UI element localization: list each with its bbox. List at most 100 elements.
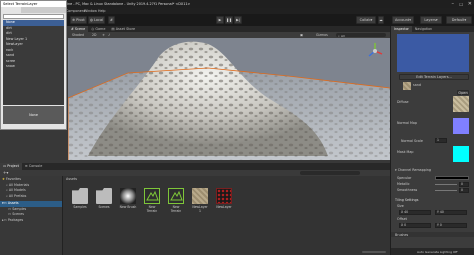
star-icon: ★ — [2, 177, 5, 181]
icon-size-slider[interactable] — [362, 251, 386, 253]
pause-button[interactable]: ❚❚ — [225, 16, 233, 24]
asset-item[interactable]: NewLayer 1 — [191, 188, 209, 213]
open-label: Open — [458, 90, 468, 95]
specular-color-field[interactable] — [435, 176, 469, 180]
layout-dropdown[interactable]: Default ▾ — [446, 16, 472, 24]
offset-x-value: X 0 — [401, 223, 407, 227]
metallic-field[interactable]: 0 — [459, 182, 469, 187]
grid-icon: # — [110, 18, 113, 22]
channel-remapping-foldout[interactable]: ▾ Channel Remapping — [395, 168, 431, 172]
scene-icon: # — [71, 27, 74, 31]
audio-toggle-icon[interactable]: ♪ — [108, 33, 110, 37]
pivot-label: Pivot — [76, 18, 85, 22]
grid-snap-button[interactable]: # — [108, 16, 115, 24]
project-search-field[interactable] — [300, 171, 360, 175]
asset-label: NewLayer 1 — [192, 205, 208, 213]
asset-item[interactable]: Scenes — [95, 188, 113, 209]
folder-icon — [72, 188, 88, 204]
unity-title-bar: ine - PC, Mac & Linux Standalone - Unity… — [0, 0, 474, 8]
scene-orientation-gizmo[interactable] — [366, 42, 384, 60]
2d-toggle[interactable]: 2D — [92, 33, 96, 37]
console-icon: ≡ — [24, 164, 28, 168]
terrain-layer-icon — [192, 188, 208, 204]
assets-breadcrumb: Assets — [66, 177, 78, 181]
close-window-icon[interactable]: ✕ — [468, 1, 472, 7]
gizmos-dropdown[interactable]: Gizmos — [316, 33, 328, 37]
asset-item[interactable]: Samples — [71, 188, 89, 209]
asset-item[interactable]: New Terrain — [143, 188, 161, 213]
offset-x-field[interactable]: X 0 — [399, 223, 431, 228]
normal-map-slot[interactable] — [453, 118, 469, 134]
asset-label: New Brush — [119, 205, 137, 209]
layers-dropdown[interactable]: Layers ▾ — [420, 16, 442, 24]
open-button[interactable]: Open — [457, 90, 469, 95]
diffuse-label: Diffuse — [397, 100, 409, 104]
offset-y-field[interactable]: Y 0 — [435, 223, 467, 228]
terrain-icon — [144, 188, 160, 204]
asset-item[interactable]: New Brush — [119, 188, 137, 209]
offset-y-value: Y 0 — [437, 223, 442, 227]
collab-dropdown[interactable]: Collab ▾ — [356, 16, 376, 24]
layer-name: sand — [413, 83, 421, 87]
project-tab-bar: ▭ Project ≡ Console — [0, 163, 390, 170]
edit-terrain-layers-button[interactable]: Edit Terrain Layers... — [399, 74, 469, 80]
tab-inspector[interactable]: Inspector — [391, 26, 412, 32]
tab-console[interactable]: ≡ Console — [22, 163, 45, 170]
layers-label: Layers — [424, 18, 436, 22]
size-y-value: Y 40 — [437, 210, 444, 214]
lighting-toggle-icon[interactable]: ☀ — [102, 33, 105, 37]
store-icon: ▤ — [111, 27, 115, 31]
select-search-field[interactable] — [3, 14, 64, 19]
tab-project[interactable]: ▭ Project — [0, 163, 22, 170]
tree-item-all-prefabs[interactable]: ⌕ All Prefabs — [0, 194, 62, 200]
cloud-icon: ☁ — [379, 18, 383, 22]
account-dropdown[interactable]: Account ▾ — [392, 16, 414, 24]
scene-search-field[interactable]: ⌕ All — [336, 33, 386, 38]
size-x-field[interactable]: X 40 — [399, 210, 431, 215]
channel-remapping-label: Channel Remapping — [397, 168, 431, 172]
select-object-list: None dirt dirt New Layer 1 NewLayer rock… — [3, 20, 64, 105]
mask-map-slot[interactable] — [453, 146, 469, 162]
select-preview-label: None — [29, 113, 38, 117]
smoothness-slider[interactable] — [435, 190, 457, 191]
chevron-down-icon: ▾ — [464, 18, 467, 22]
asset-item[interactable]: NewLayer — [215, 188, 233, 209]
size-x-value: X 40 — [401, 210, 409, 214]
metallic-label: Metallic — [397, 182, 410, 186]
terrain-layer-preview — [397, 34, 469, 72]
folder-icon: ▭ — [3, 164, 7, 168]
camera-icon[interactable]: ▣ — [300, 33, 303, 37]
size-y-field[interactable]: Y 40 — [435, 210, 467, 215]
smoothness-field[interactable]: 0 — [459, 188, 469, 193]
tab-scene-objects[interactable] — [21, 7, 41, 13]
pivot-toggle[interactable]: ⊕ Pivot — [70, 16, 87, 24]
brush-icon — [120, 188, 136, 204]
asset-item[interactable]: New Terrain — [167, 188, 185, 213]
local-toggle[interactable]: ◍ Local — [88, 16, 105, 24]
tab-navigation[interactable]: Navigation — [412, 26, 435, 32]
cloud-button[interactable]: ☁ — [378, 16, 384, 24]
account-label: Account — [395, 18, 410, 22]
offset-label: Offset — [397, 217, 407, 221]
tree-item-packages[interactable]: ▸▭ Packages — [0, 218, 62, 224]
step-button[interactable]: ▶| — [234, 16, 242, 24]
normal-scale-label: Normal Scale — [401, 139, 423, 143]
maximize-icon[interactable]: ☐ — [459, 2, 463, 7]
tree-item-label: Samples — [12, 206, 27, 211]
step-icon: ▶| — [236, 18, 240, 22]
shading-mode-dropdown[interactable]: Shaded — [72, 33, 84, 37]
scene-viewport[interactable] — [68, 38, 390, 160]
metallic-slider[interactable] — [435, 184, 457, 185]
select-list-item[interactable]: snow — [3, 64, 64, 70]
diffuse-texture-slot[interactable] — [453, 96, 469, 112]
project-folder-tree: ★ Favorites ⌕ All Materials ⌕ All Models… — [0, 176, 62, 255]
play-button[interactable]: ▶ — [216, 16, 224, 24]
normal-scale-field[interactable]: 1 — [435, 138, 447, 143]
tab-assets[interactable] — [1, 7, 21, 13]
search-icon: ⌕ — [6, 182, 8, 187]
unity-window-title: ine - PC, Mac & Linux Standalone - Unity… — [67, 2, 191, 6]
layer-thumbnail — [403, 82, 411, 90]
folder-icon — [96, 188, 112, 204]
minimize-icon[interactable]: – — [452, 1, 455, 7]
select-window-tabs — [1, 7, 66, 13]
